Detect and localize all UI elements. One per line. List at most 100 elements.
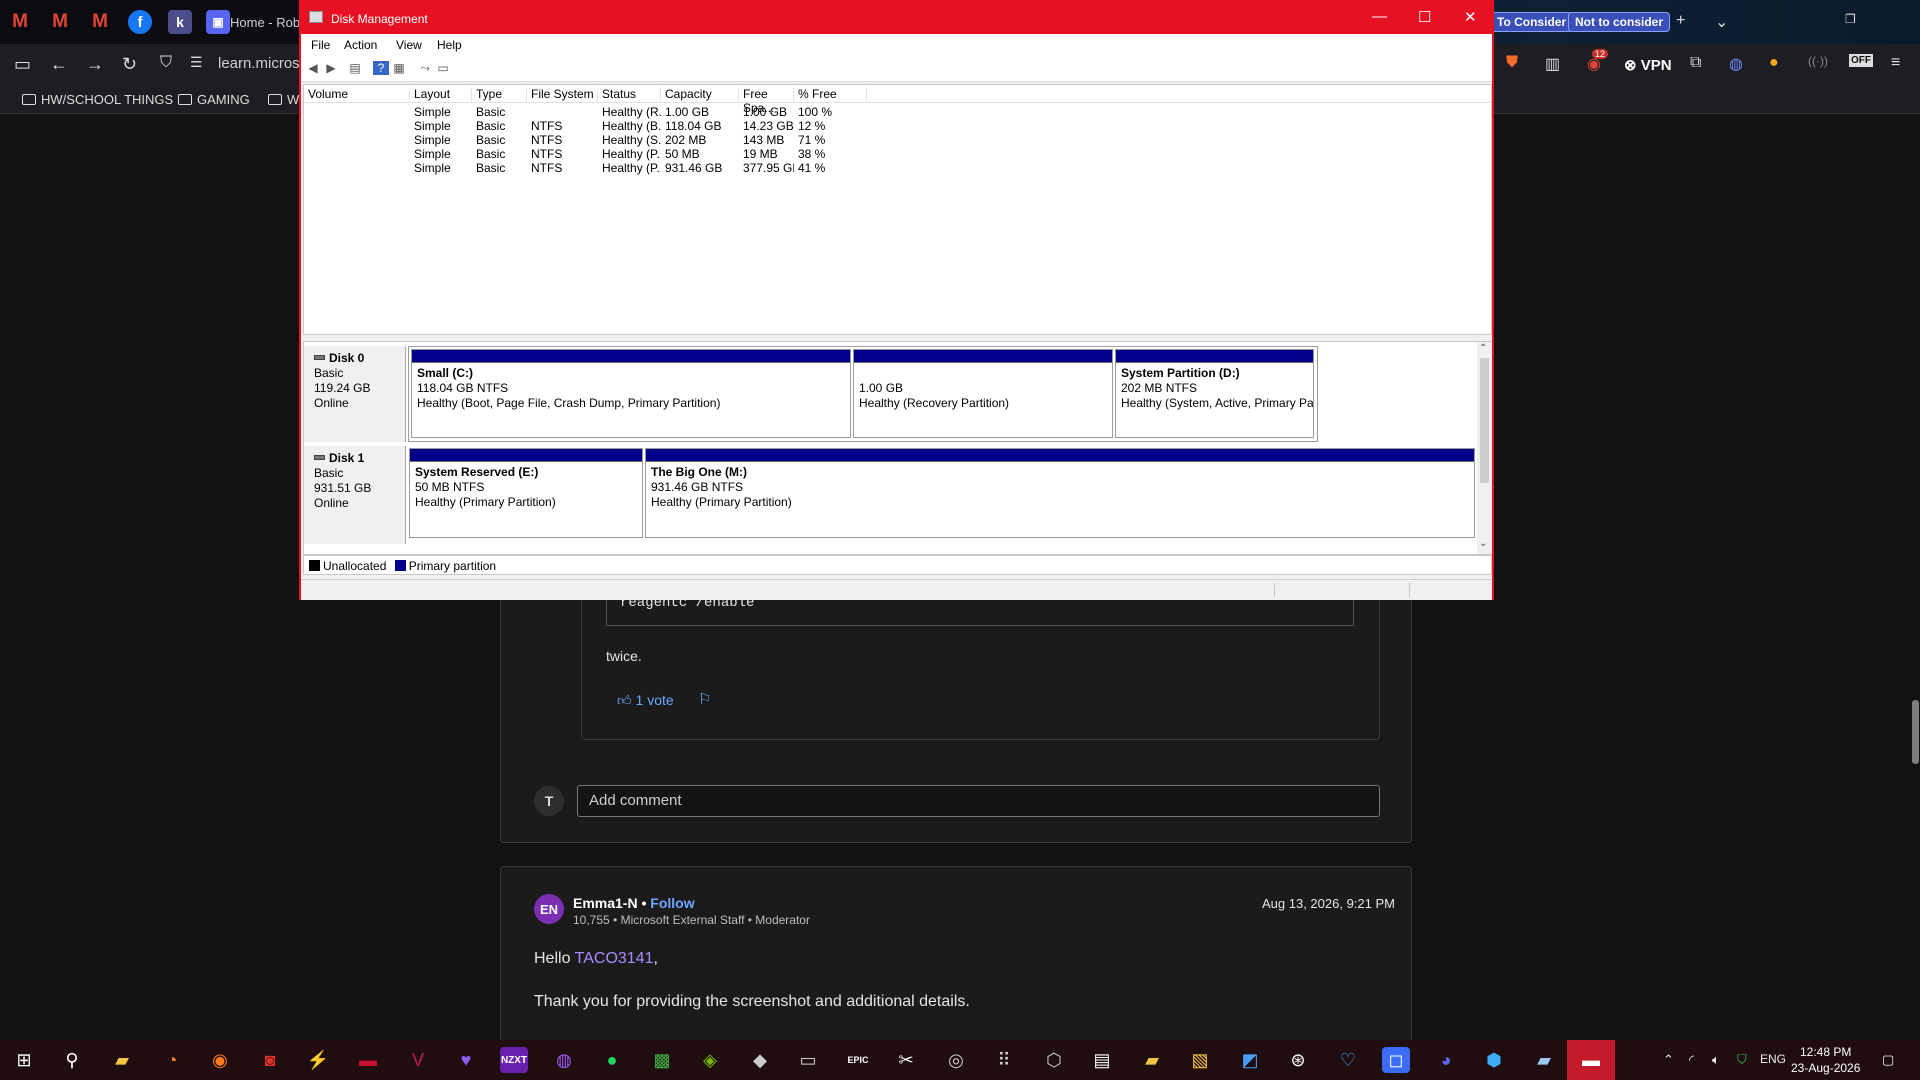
back-icon[interactable]: ← bbox=[50, 54, 68, 75]
roblox-tab-icon[interactable]: ▣ bbox=[206, 10, 230, 34]
show-hidden-icons-icon[interactable]: ⌃ bbox=[1663, 1052, 1674, 1068]
view-icon[interactable]: ▦ bbox=[391, 61, 407, 75]
disk-management-task-icon[interactable]: ▬ bbox=[1577, 1047, 1605, 1073]
security-icon[interactable]: ⛉ bbox=[1737, 1052, 1747, 1068]
vote-button[interactable]: 👍︎ 1 vote bbox=[617, 692, 674, 709]
tab-list-icon[interactable]: ⌄ bbox=[1715, 12, 1728, 32]
extensions-puzzle-icon[interactable]: ⧉ bbox=[1690, 54, 1701, 72]
app-icon[interactable]: ◙ bbox=[256, 1047, 284, 1073]
reload-icon[interactable]: ↻ bbox=[122, 54, 137, 75]
help-icon[interactable]: ? bbox=[373, 61, 389, 75]
column-percent-free[interactable]: % Free bbox=[794, 87, 867, 103]
partition-m[interactable]: The Big One (M:) 931.46 GB NTFS Healthy … bbox=[645, 448, 1475, 538]
leo-ai-icon[interactable]: ◍ bbox=[1729, 54, 1743, 74]
minimize-icon[interactable]: — bbox=[1372, 8, 1387, 25]
table-row[interactable]: The Big One (M:)SimpleBasicNTFSHealthy (… bbox=[304, 160, 1491, 177]
rescan-icon[interactable]: ⤳ bbox=[417, 61, 433, 75]
partition-recovery[interactable]: 1.00 GB Healthy (Recovery Partition) bbox=[853, 349, 1113, 438]
settings-icon[interactable]: ▭ bbox=[435, 61, 451, 75]
volume-icon[interactable]: 🔈︎ bbox=[1712, 1052, 1720, 1068]
sidebar-toggle-icon[interactable]: ▭ bbox=[14, 54, 31, 75]
menu-icon[interactable]: ≡ bbox=[1891, 54, 1900, 72]
column-layout[interactable]: Layout bbox=[410, 87, 472, 103]
menu-help[interactable]: Help bbox=[437, 38, 462, 52]
bookmark-folder-gaming[interactable]: GAMING bbox=[178, 92, 250, 107]
properties-icon[interactable]: ▤ bbox=[347, 61, 363, 75]
tab-title[interactable]: Home - Robl bbox=[230, 15, 303, 30]
menu-view[interactable]: View bbox=[396, 38, 422, 52]
forward-icon[interactable]: ▶ bbox=[323, 61, 339, 75]
unity-icon[interactable]: ⬡ bbox=[1040, 1047, 1068, 1073]
capcut-icon[interactable]: ✂ bbox=[892, 1047, 920, 1073]
language-indicator[interactable]: ENG bbox=[1760, 1052, 1786, 1066]
disk-map-scrollbar[interactable]: ⌃ ⌄ bbox=[1477, 342, 1492, 554]
column-volume[interactable]: Volume bbox=[304, 87, 410, 103]
clock[interactable]: 12:48 PM 23-Aug-2026 bbox=[1791, 1044, 1860, 1076]
column-free-space[interactable]: Free Spa... bbox=[739, 87, 794, 115]
epic-games-icon[interactable]: EPIC bbox=[844, 1047, 872, 1073]
blender-icon[interactable]: ◔ bbox=[158, 1047, 186, 1073]
forward-icon[interactable]: → bbox=[86, 54, 104, 75]
car-app-icon[interactable]: ▬ bbox=[354, 1047, 382, 1073]
partition-e[interactable]: System Reserved (E:) 50 MB NTFS Healthy … bbox=[409, 448, 643, 538]
bookmark-folder-w[interactable]: W bbox=[268, 92, 299, 107]
new-tab-icon[interactable]: + bbox=[1676, 12, 1685, 30]
disk-1-label[interactable]: Disk 1 Basic 931.51 GB Online bbox=[304, 446, 406, 544]
nvidia-icon[interactable]: ◈ bbox=[696, 1047, 724, 1073]
follow-link[interactable]: Follow bbox=[650, 895, 694, 911]
broadcast-icon[interactable]: ((·)) bbox=[1808, 54, 1828, 68]
mention-link[interactable]: TACO3141 bbox=[575, 950, 654, 967]
column-file-system[interactable]: File System bbox=[527, 87, 598, 103]
spotify-icon[interactable]: ● bbox=[598, 1047, 626, 1073]
pulse-app-icon[interactable]: ♡ bbox=[1334, 1047, 1362, 1073]
restore-icon[interactable]: ❐ bbox=[1845, 12, 1856, 26]
discord-icon[interactable]: ◕ bbox=[1432, 1047, 1460, 1073]
search-icon[interactable]: ⚲ bbox=[58, 1047, 86, 1073]
disc-app-icon[interactable]: ◍ bbox=[550, 1047, 578, 1073]
notifications-icon[interactable]: ▢ bbox=[1882, 1052, 1894, 1068]
steam-icon[interactable]: ⊛ bbox=[1284, 1047, 1312, 1073]
apps-grid-icon[interactable]: ⠿ bbox=[990, 1047, 1018, 1073]
paint-icon[interactable]: ▧ bbox=[1186, 1047, 1214, 1073]
site-settings-icon[interactable]: ☰ bbox=[190, 54, 203, 71]
roblox-icon[interactable]: ◻ bbox=[1382, 1047, 1410, 1073]
title-bar[interactable]: Disk Management — ☐ ✕ bbox=[301, 2, 1492, 34]
nzxt-icon[interactable]: NZXT bbox=[500, 1047, 528, 1073]
scroll-down-icon[interactable]: ⌄ bbox=[1479, 538, 1487, 549]
column-capacity[interactable]: Capacity bbox=[661, 87, 739, 103]
flag-icon[interactable]: ⚐ bbox=[698, 690, 711, 708]
wifi-icon[interactable]: ◜ bbox=[1689, 1052, 1694, 1068]
firefox-icon[interactable]: ◉ bbox=[206, 1047, 234, 1073]
shield-icon[interactable]: ⛉ bbox=[160, 54, 172, 72]
menu-action[interactable]: Action bbox=[344, 38, 377, 52]
partition-c[interactable]: Small (C:) 118.04 GB NTFS Healthy (Boot,… bbox=[411, 349, 851, 438]
davinci-icon[interactable]: ◆ bbox=[746, 1047, 774, 1073]
reader-icon[interactable]: ▥ bbox=[1545, 54, 1560, 74]
address-bar[interactable]: learn.microso bbox=[218, 55, 308, 72]
obs-icon[interactable]: ◎ bbox=[942, 1047, 970, 1073]
not-to-consider-group[interactable]: Not to consider bbox=[1568, 12, 1671, 32]
toggle-off-icon[interactable]: OFF bbox=[1849, 54, 1873, 67]
bluetooth-app-icon[interactable]: ⬢ bbox=[1480, 1047, 1508, 1073]
author-name[interactable]: Emma1-N bbox=[573, 895, 638, 911]
close-icon[interactable]: ✕ bbox=[1464, 8, 1477, 26]
vpn-button[interactable]: ⊗ VPN bbox=[1624, 56, 1672, 74]
gmail-tab-icon[interactable]: M bbox=[48, 10, 72, 34]
brave-shield-icon[interactable]: ⛊ bbox=[1506, 54, 1518, 72]
notepad-icon[interactable]: ▤ bbox=[1088, 1047, 1116, 1073]
file-explorer-icon[interactable]: ▰ bbox=[108, 1047, 136, 1073]
scroll-thumb[interactable] bbox=[1480, 358, 1489, 483]
valorant-icon[interactable]: V bbox=[404, 1047, 432, 1073]
gmail-tab-icon[interactable]: M bbox=[88, 10, 112, 34]
edit-app-icon[interactable]: ▰ bbox=[1530, 1047, 1558, 1073]
bookmark-folder-hw[interactable]: HW/SCHOOL THINGS bbox=[22, 92, 173, 107]
minecraft-icon[interactable]: ▩ bbox=[648, 1047, 676, 1073]
scroll-up-icon[interactable]: ⌃ bbox=[1479, 343, 1487, 354]
terminal-icon[interactable]: ▭ bbox=[794, 1047, 822, 1073]
column-status[interactable]: Status bbox=[598, 87, 661, 103]
wallet-icon[interactable]: ● bbox=[1769, 54, 1779, 72]
add-comment-input[interactable]: Add comment bbox=[577, 785, 1380, 817]
gmail-tab-icon[interactable]: M bbox=[8, 10, 32, 34]
disk-0-label[interactable]: Disk 0 Basic 119.24 GB Online bbox=[304, 346, 406, 442]
folder-icon[interactable]: ▰ bbox=[1138, 1047, 1166, 1073]
